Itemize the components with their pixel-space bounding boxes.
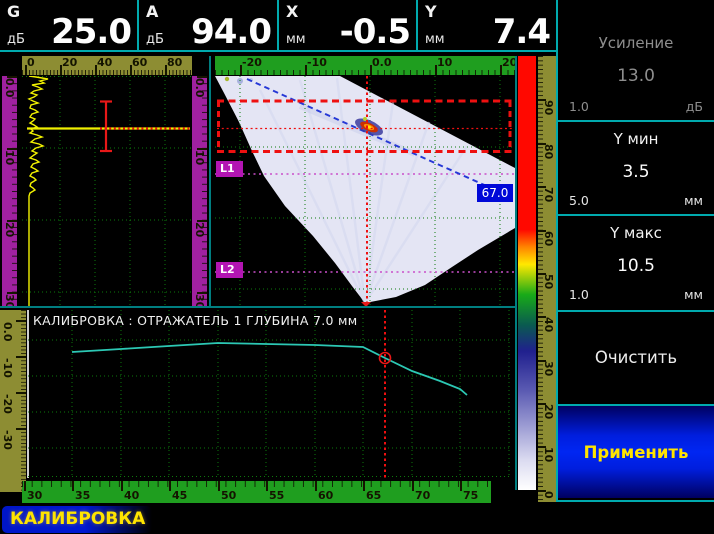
measure-unit: мм [425,32,445,47]
mode-label: КАЛИБРОВКА [10,509,145,529]
sscan-cursor-tag-l2: L2 [216,262,243,278]
measure-letter: X [286,2,298,21]
param-unit: мм [684,193,703,208]
amplitude-colorbar [518,56,536,490]
param-y-max[interactable]: Y макс 10.5 1.0 мм [558,216,714,308]
measure-unit: дБ [146,32,164,47]
param-value: 10.5 [558,256,714,276]
divider [515,56,517,490]
cal-curve [72,343,467,395]
measure-letter: G [7,2,20,21]
param-value: 13.0 [558,66,714,86]
sscan-x-ruler: -20-100.01020 [215,56,515,75]
sscan-cursor-tag-l1: L1 [216,161,243,177]
ascan-amplitude-ruler: 020406080 [22,56,192,75]
param-step: 1.0 [569,287,589,302]
divider [0,50,557,52]
measure-cell-amplitude: A дБ 94.0 [139,0,277,50]
clear-button[interactable]: Очистить [558,312,714,402]
measure-unit: мм [286,32,306,47]
divider [558,500,714,502]
measure-cell-x: X мм -0.5 [279,0,416,50]
divider [209,56,211,306]
cal-db-ruler: 0.0-10-20-30 [0,310,26,492]
measure-letter: A [146,2,158,21]
sscan-plot [215,76,515,306]
depth-ruler-left: 0.0102030 [2,76,17,306]
param-step: 5.0 [569,193,589,208]
ascan-waveform [29,76,48,306]
param-unit: мм [684,287,703,302]
ascan-gate [100,101,112,152]
measure-value: 7.4 [493,12,550,52]
amplitude-scale-ruler: 9080706050403020100 [538,56,556,502]
depth-ruler-right: 0.0102030 [192,76,207,306]
device-screen: G дБ 25.0 A дБ 94.0 X мм -0.5 Y мм 7.4 6… [0,0,714,534]
parameter-sidebar: Усиление 13.0 1.0 дБ Y мин 3.5 5.0 мм Y … [558,0,714,534]
mode-status-bar: КАЛИБРОВКА [2,506,152,533]
measure-unit: дБ [7,32,25,47]
apply-button[interactable]: Применить [558,406,714,498]
cal-grid [28,310,512,478]
divider [0,306,516,308]
param-value: 3.5 [558,162,714,182]
param-title: Y макс [558,224,714,242]
cal-header-text: КАЛИБРОВКА : ОТРАЖАТЕЛЬ 1 ГЛУБИНА 7.0 мм [33,313,357,328]
ascan-plot [22,76,192,306]
sscan-beam-angle-tag: 67.0 [477,184,513,202]
param-gain[interactable]: Усиление 13.0 1.0 дБ [558,26,714,120]
measure-value: 94.0 [191,12,271,52]
measure-letter: Y [425,2,437,21]
param-step: 1.0 [569,99,589,114]
param-title: Усиление [558,34,714,52]
param-title: Y мин [558,130,714,148]
cal-plot [28,310,512,478]
measure-value: 25.0 [51,12,131,52]
param-unit: дБ [686,99,703,114]
measure-cell-gain: G дБ 25.0 [0,0,137,50]
param-y-min[interactable]: Y мин 3.5 5.0 мм [558,122,714,214]
sscan-sector-image [215,76,515,303]
cal-angle-ruler: 30354045505560657075 [22,481,491,503]
measure-value: -0.5 [340,12,410,52]
measure-cell-y: Y мм 7.4 [418,0,556,50]
